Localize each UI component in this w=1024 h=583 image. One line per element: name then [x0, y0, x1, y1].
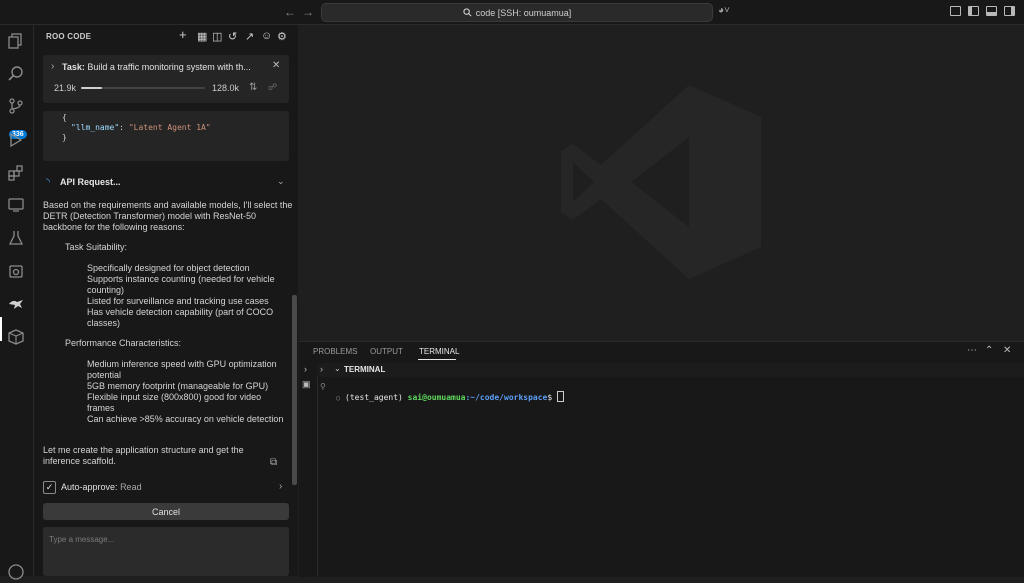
- assistant-message-closing: Let me create the application structure …: [43, 445, 244, 466]
- new-task-icon[interactable]: +: [179, 27, 187, 42]
- message-placeholder: Type a message...: [49, 535, 115, 544]
- tab-problems[interactable]: PROBLEMS: [313, 347, 357, 356]
- message-input[interactable]: Type a message...: [43, 527, 289, 576]
- history-icon[interactable]: ↺: [228, 30, 237, 43]
- run-debug-icon[interactable]: [7, 131, 25, 149]
- toggle-primary-sidebar-icon[interactable]: [968, 6, 979, 16]
- chevron-right-icon[interactable]: ›: [304, 364, 307, 374]
- context-progress-fill: [81, 87, 103, 89]
- list-item: 5GB memory footprint (manageable for GPU…: [87, 381, 269, 391]
- command-center-search[interactable]: code [SSH: oumuamua]: [321, 3, 713, 22]
- account-icon[interactable]: ☺: [261, 30, 272, 42]
- assistant-message-intro: Based on the requirements and available …: [43, 200, 293, 232]
- list-item: Supports instance counting (needed for v…: [87, 274, 275, 295]
- section-list: Medium inference speed with GPU optimiza…: [87, 359, 291, 425]
- task-header[interactable]: › Task: Build a traffic monitoring syste…: [43, 55, 289, 103]
- terminal-gutter: › ▣: [299, 363, 318, 577]
- terminal-header: › ⌄ TERMINAL: [317, 363, 1024, 377]
- list-item: Has vehicle detection capability (part o…: [87, 307, 274, 328]
- toggle-secondary-sidebar-icon[interactable]: [1004, 6, 1015, 16]
- arrow-left-icon[interactable]: ←: [284, 5, 296, 19]
- code-line: {: [62, 113, 67, 122]
- section-title: Performance Characteristics:: [65, 338, 182, 348]
- chevron-right-icon[interactable]: ›: [279, 481, 282, 492]
- cancel-button[interactable]: Cancel: [43, 503, 289, 520]
- active-indicator: [0, 317, 2, 341]
- chevron-right-icon[interactable]: ›: [51, 61, 54, 72]
- activity-bar: 336: [0, 25, 34, 580]
- bottom-panel: PROBLEMS OUTPUT TERMINAL ⋯ ⌃ ✕ › ▣ › ⌄ T…: [299, 341, 1024, 577]
- api-request-label: API Request...: [60, 177, 121, 187]
- list-item: Medium inference speed with GPU optimiza…: [87, 359, 277, 380]
- close-icon[interactable]: ✕: [272, 60, 280, 71]
- arrow-right-icon[interactable]: →: [302, 5, 314, 19]
- search-icon[interactable]: [7, 65, 25, 83]
- list-item: Can achieve >85% accuracy on vehicle det…: [87, 414, 284, 424]
- editor-area: [299, 25, 1024, 341]
- chevron-down-icon[interactable]: ⌄: [277, 176, 285, 187]
- prompt-dot-icon: ○: [336, 394, 341, 402]
- copy-icon[interactable]: ⧉: [270, 457, 277, 468]
- testing-icon[interactable]: [7, 229, 25, 247]
- condense-context-icon[interactable]: ⇅: [249, 82, 257, 93]
- terminal-title: TERMINAL: [344, 365, 386, 374]
- more-actions-icon[interactable]: ⋯: [967, 345, 977, 356]
- tokens-used: 21.9k: [54, 83, 77, 93]
- toggle-panel-icon[interactable]: [986, 6, 997, 16]
- code-line: "llm_name": "Latent Agent 1A": [71, 123, 211, 132]
- terminal-cursor: [557, 391, 565, 402]
- list-item: Flexible input size (800x800) good for v…: [87, 392, 262, 413]
- roo-code-sidebar: ROO CODE + ▦ ◫ ↺ ↗ ☺ ⚙ › Task: Build a t…: [34, 25, 298, 576]
- roo-code-icon[interactable]: [7, 295, 25, 313]
- tokens-max: 128.0k: [212, 83, 240, 93]
- chevron-down-icon[interactable]: ⌄: [334, 364, 341, 373]
- vscode-logo-watermark: [561, 85, 761, 279]
- task-title: Task: Build a traffic monitoring system …: [62, 62, 251, 72]
- list-item: Specifically designed for object detecti…: [87, 263, 250, 273]
- loading-spinner-icon: ◝: [46, 177, 50, 188]
- chevron-right-icon[interactable]: ›: [320, 364, 323, 374]
- close-icon[interactable]: ✕: [1003, 345, 1011, 356]
- auto-approve-checkbox[interactable]: ✓: [43, 481, 56, 494]
- code-line: }: [62, 133, 67, 142]
- active-tab-indicator: [418, 359, 456, 360]
- source-control-icon[interactable]: [7, 97, 25, 115]
- list-item: Listed for surveillance and tracking use…: [87, 296, 269, 306]
- section-title: Task Suitability:: [65, 242, 128, 252]
- prompts-icon[interactable]: ▦: [197, 30, 207, 43]
- toggle-panel-layout-icon[interactable]: [950, 6, 961, 16]
- tab-output[interactable]: OUTPUT: [370, 347, 403, 356]
- lightbulb-icon[interactable]: ⚲: [320, 382, 326, 391]
- package-icon[interactable]: [7, 328, 25, 346]
- terminal-tools-icon[interactable]: ▣: [302, 379, 311, 390]
- tab-terminal[interactable]: TERMINAL: [419, 347, 459, 356]
- auto-approve-label: Auto-approve: Read: [61, 482, 142, 492]
- sidebar-title: ROO CODE: [46, 32, 92, 41]
- docker-icon[interactable]: [7, 262, 25, 280]
- sidebar-scrollbar[interactable]: [292, 295, 297, 485]
- title-bar: ← → code [SSH: oumuamua] ◕˅: [0, 0, 1024, 25]
- maximize-panel-icon[interactable]: ⌃: [985, 345, 993, 356]
- code-block: { "llm_name": "Latent Agent 1A" }: [43, 111, 289, 161]
- mcp-servers-icon[interactable]: ◫: [212, 30, 222, 43]
- command-center-label: code [SSH: oumuamua]: [475, 7, 572, 18]
- terminal-prompt[interactable]: ○ (test_agent) sai@oumuamua:~/code/works…: [336, 391, 565, 402]
- settings-gear-icon[interactable]: ⚙: [277, 30, 287, 43]
- copilot-icon[interactable]: ◕˅: [718, 5, 730, 16]
- export-icon[interactable]: ☍: [268, 82, 277, 93]
- explorer-icon[interactable]: [7, 32, 25, 50]
- account-icon[interactable]: [7, 563, 25, 581]
- search-icon: [463, 8, 472, 17]
- popout-icon[interactable]: ↗: [245, 30, 254, 43]
- context-progress-bar: [81, 87, 205, 89]
- remote-explorer-icon[interactable]: [7, 196, 25, 214]
- extensions-icon[interactable]: [7, 164, 25, 182]
- section-list: Specifically designed for object detecti…: [87, 263, 291, 329]
